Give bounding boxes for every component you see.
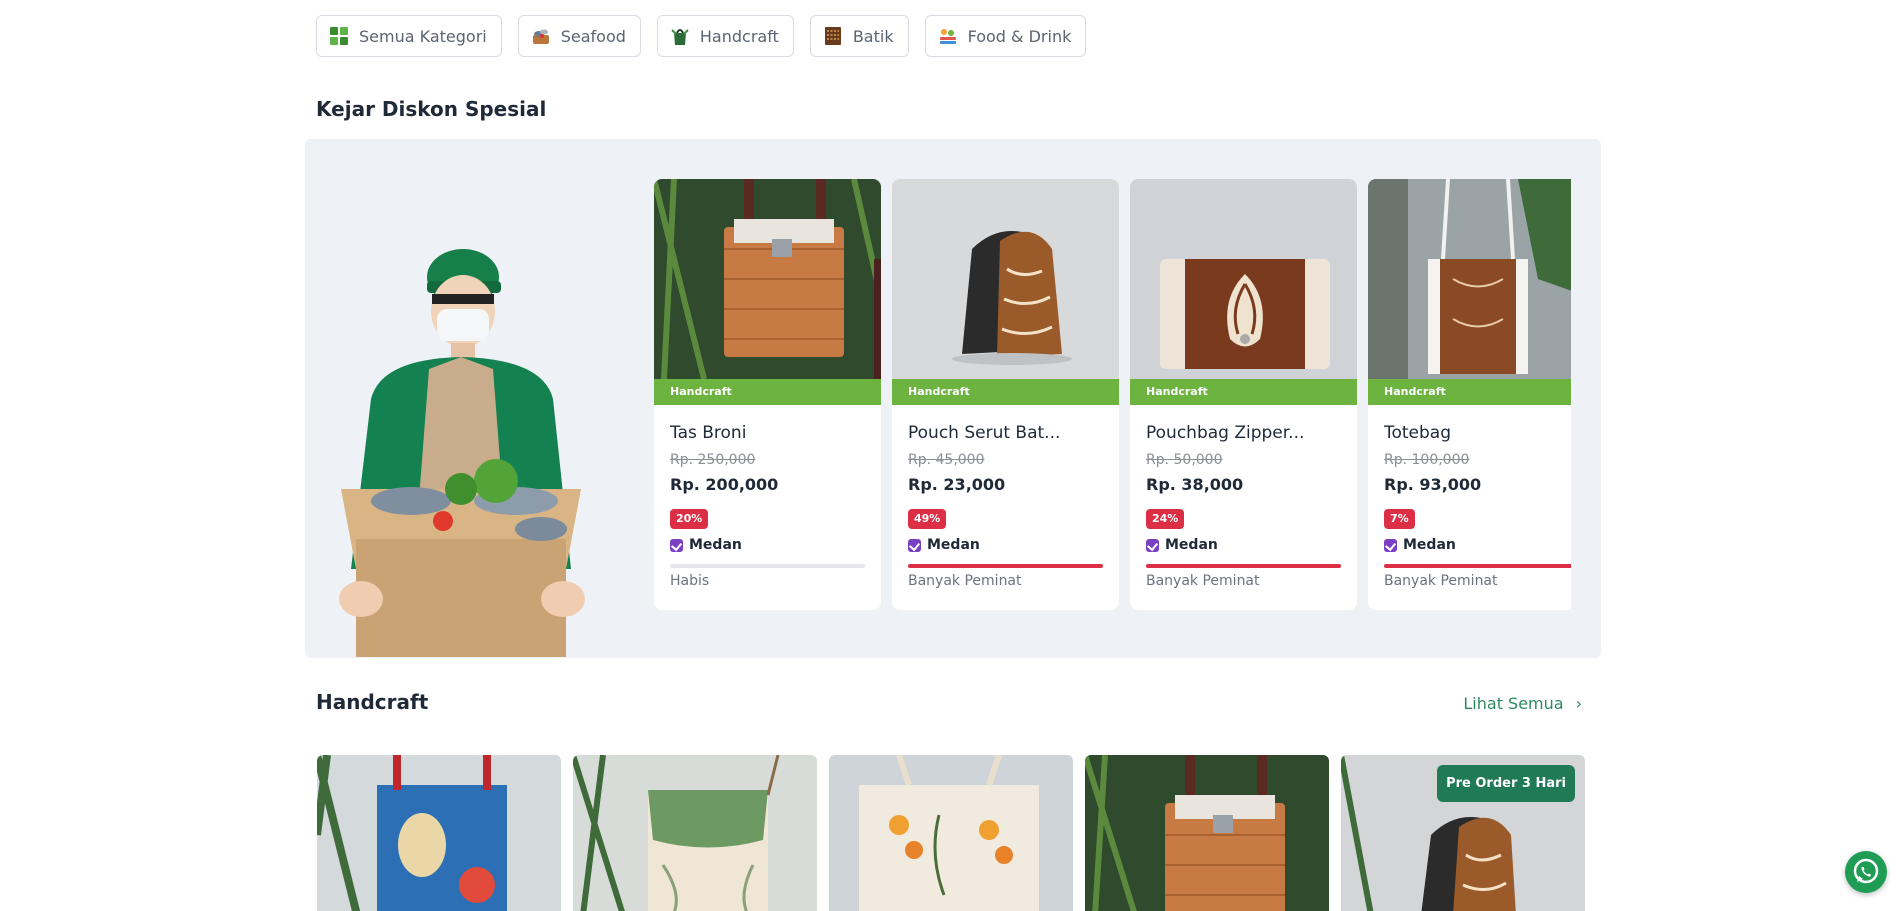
- discount-badge: 7%: [1384, 509, 1415, 529]
- category-label: Semua Kategori: [359, 26, 487, 46]
- seller-location: Medan: [670, 537, 742, 553]
- verified-store-icon: [670, 538, 683, 552]
- handcraft-product-grid: Pre Order 3 Hari: [317, 755, 1587, 911]
- verified-store-icon: [1384, 538, 1397, 552]
- product-card[interactable]: Handcraft Pouch Serut Bat... Rp. 45,000 …: [892, 179, 1119, 610]
- stock-bar: [670, 564, 865, 568]
- location-label: Medan: [1165, 537, 1218, 553]
- whatsapp-chat-button[interactable]: [1845, 851, 1887, 893]
- stock-bar: [1384, 564, 1571, 568]
- category-label: Food & Drink: [967, 26, 1072, 46]
- product-card[interactable]: Pre Order 3 Hari: [1341, 755, 1585, 911]
- handcraft-icon: [670, 26, 690, 46]
- category-chip-seafood[interactable]: Seafood: [517, 15, 641, 57]
- original-price: Rp. 45,000: [908, 452, 985, 468]
- chevron-right-icon: ›: [1575, 694, 1582, 713]
- category-label: Batik: [852, 26, 894, 46]
- category-chip-food-drink[interactable]: Food & Drink: [924, 15, 1087, 57]
- product-image: [829, 755, 1073, 911]
- seller-location: Medan: [908, 537, 980, 553]
- verified-store-icon: [1146, 538, 1159, 552]
- product-image: [1368, 179, 1571, 379]
- product-category-label: Handcraft: [1368, 379, 1571, 405]
- product-card[interactable]: [1085, 755, 1329, 911]
- product-image: [654, 179, 881, 380]
- product-image: [317, 755, 561, 911]
- discounted-price: Rp. 200,000: [670, 475, 779, 494]
- verified-store-icon: [908, 538, 921, 552]
- stock-status: Banyak Peminat: [1384, 573, 1498, 589]
- product-name: Totebag: [1384, 423, 1452, 443]
- product-name: Tas Broni: [670, 423, 747, 443]
- stock-status: Banyak Peminat: [1146, 573, 1260, 589]
- location-label: Medan: [1403, 537, 1456, 553]
- product-card[interactable]: [317, 755, 561, 911]
- see-all-link[interactable]: Lihat Semua ›: [1463, 694, 1582, 713]
- product-category-label: Handcraft: [654, 379, 881, 405]
- discounted-price: Rp. 93,000: [1384, 475, 1482, 494]
- category-chip-handcraft[interactable]: Handcraft: [656, 15, 794, 57]
- product-card[interactable]: Handcraft Tas Broni Rp. 250,000 Rp. 200,…: [654, 179, 881, 610]
- grid-icon: [329, 26, 349, 46]
- product-image: [1085, 755, 1329, 911]
- product-card[interactable]: [829, 755, 1073, 911]
- handcraft-section-title: Handcraft: [316, 690, 429, 714]
- batik-icon: [823, 26, 843, 46]
- product-card[interactable]: [573, 755, 817, 911]
- product-category-label: Handcraft: [1130, 379, 1357, 405]
- discounted-price: Rp. 38,000: [1146, 475, 1244, 494]
- location-label: Medan: [927, 537, 980, 553]
- location-label: Medan: [689, 537, 742, 553]
- seafood-icon: [531, 26, 551, 46]
- category-bar: Semua Kategori Seafood Handcraft Batik F…: [316, 15, 1087, 57]
- promo-panel: Handcraft Tas Broni Rp. 250,000 Rp. 200,…: [305, 139, 1601, 658]
- original-price: Rp. 50,000: [1146, 452, 1223, 468]
- product-card[interactable]: Handcraft Totebag Rp. 100,000 Rp. 93,000…: [1368, 179, 1571, 610]
- category-label: Handcraft: [699, 26, 779, 46]
- product-card[interactable]: Handcraft Pouchbag Zipper... Rp. 50,000 …: [1130, 179, 1357, 610]
- stock-bar: [1146, 564, 1341, 568]
- food-icon: [938, 26, 958, 46]
- product-image: [892, 179, 1119, 379]
- product-category-label: Handcraft: [892, 379, 1119, 405]
- whatsapp-icon: [1853, 858, 1879, 884]
- discounted-price: Rp. 23,000: [908, 475, 1006, 494]
- product-image: [1130, 179, 1357, 379]
- discount-badge: 49%: [908, 509, 947, 529]
- stock-status: Banyak Peminat: [908, 573, 1022, 589]
- preorder-badge: Pre Order 3 Hari: [1437, 765, 1575, 802]
- product-image: [573, 755, 817, 911]
- product-name: Pouchbag Zipper...: [1146, 423, 1305, 443]
- courier-illustration: [311, 239, 611, 658]
- stock-bar: [908, 564, 1103, 568]
- see-all-label: Lihat Semua: [1463, 694, 1564, 713]
- discount-product-carousel: Handcraft Tas Broni Rp. 250,000 Rp. 200,…: [654, 179, 1571, 612]
- category-chip-all[interactable]: Semua Kategori: [316, 15, 502, 57]
- discount-badge: 24%: [1146, 509, 1185, 529]
- category-label: Seafood: [560, 26, 626, 46]
- original-price: Rp. 100,000: [1384, 452, 1470, 468]
- discount-badge: 20%: [670, 509, 709, 529]
- promo-section-title: Kejar Diskon Spesial: [316, 97, 547, 121]
- seller-location: Medan: [1146, 537, 1218, 553]
- original-price: Rp. 250,000: [670, 452, 756, 468]
- stock-status: Habis: [670, 573, 710, 589]
- product-name: Pouch Serut Bat...: [908, 423, 1061, 443]
- seller-location: Medan: [1384, 537, 1456, 553]
- category-chip-batik[interactable]: Batik: [809, 15, 909, 57]
